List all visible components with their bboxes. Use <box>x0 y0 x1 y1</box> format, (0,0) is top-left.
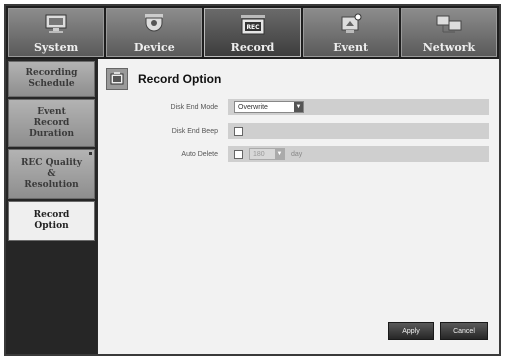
cancel-button[interactable]: Cancel <box>440 322 488 340</box>
field-container: Overwrite ▼ <box>228 99 489 115</box>
disk-end-beep-checkbox[interactable] <box>234 126 243 136</box>
auto-delete-days-select[interactable]: 180 ▼ <box>249 148 285 160</box>
tab-label: Event <box>333 41 369 54</box>
indicator-dot-icon <box>89 152 92 155</box>
sidebar-item-record-option[interactable]: Record Option <box>8 201 95 241</box>
panel-header: Record Option <box>106 67 221 91</box>
tab-label: Network <box>422 41 476 54</box>
row-disk-end-mode: Disk End Mode Overwrite ▼ <box>114 99 489 115</box>
apply-button[interactable]: Apply <box>388 322 434 340</box>
unit-label: day <box>291 150 303 158</box>
auto-delete-checkbox[interactable] <box>234 149 243 159</box>
sidebar-item-label: Recording Schedule <box>25 68 78 89</box>
svg-text:REC: REC <box>246 24 260 31</box>
sidebar: Recording Schedule Event Record Duration… <box>6 59 97 354</box>
tab-system[interactable]: System <box>8 8 105 57</box>
field-label: Disk End Mode <box>170 103 218 111</box>
sidebar-item-label: REC Quality & Resolution <box>20 157 83 190</box>
field-label: Disk End Beep <box>171 127 218 135</box>
chevron-down-icon: ▼ <box>275 149 284 159</box>
field-container <box>228 123 489 139</box>
tab-device[interactable]: Device <box>106 8 203 57</box>
tab-label: Device <box>133 41 175 54</box>
top-tab-bar: System Device REC Record Event Network <box>6 6 499 59</box>
monitor-icon <box>43 13 69 38</box>
tab-event[interactable]: Event <box>302 8 399 57</box>
chevron-down-icon: ▼ <box>294 102 303 112</box>
tab-label: Record <box>230 41 275 54</box>
sidebar-item-event-record-duration[interactable]: Event Record Duration <box>8 99 95 147</box>
field-label: Auto Delete <box>181 150 218 158</box>
disk-end-mode-select[interactable]: Overwrite ▼ <box>234 101 304 113</box>
tab-record[interactable]: REC Record <box>204 8 301 57</box>
page-title: Record Option <box>138 72 222 86</box>
dvr-setup-window: System Device REC Record Event Network R… <box>4 4 501 356</box>
row-disk-end-beep: Disk End Beep <box>114 123 489 139</box>
row-auto-delete: Auto Delete 180 ▼ day <box>114 146 489 162</box>
tab-network[interactable]: Network <box>400 8 498 57</box>
record-option-icon <box>106 68 128 90</box>
sidebar-item-rec-quality-resolution[interactable]: REC Quality & Resolution <box>8 149 95 199</box>
sidebar-item-label: Event Record Duration <box>28 106 75 139</box>
sidebar-item-recording-schedule[interactable]: Recording Schedule <box>8 61 95 97</box>
network-icon <box>435 13 463 38</box>
tab-label: System <box>33 41 79 54</box>
recorder-icon: REC <box>239 13 267 40</box>
select-value: 180 <box>253 150 265 158</box>
sidebar-item-label: Record Option <box>33 210 70 231</box>
alert-icon <box>338 13 364 38</box>
camera-icon <box>141 13 167 38</box>
main-panel: Record Option Disk End Mode Overwrite ▼ … <box>98 59 499 354</box>
select-value: Overwrite <box>238 103 268 111</box>
field-container: 180 ▼ day <box>228 146 489 162</box>
